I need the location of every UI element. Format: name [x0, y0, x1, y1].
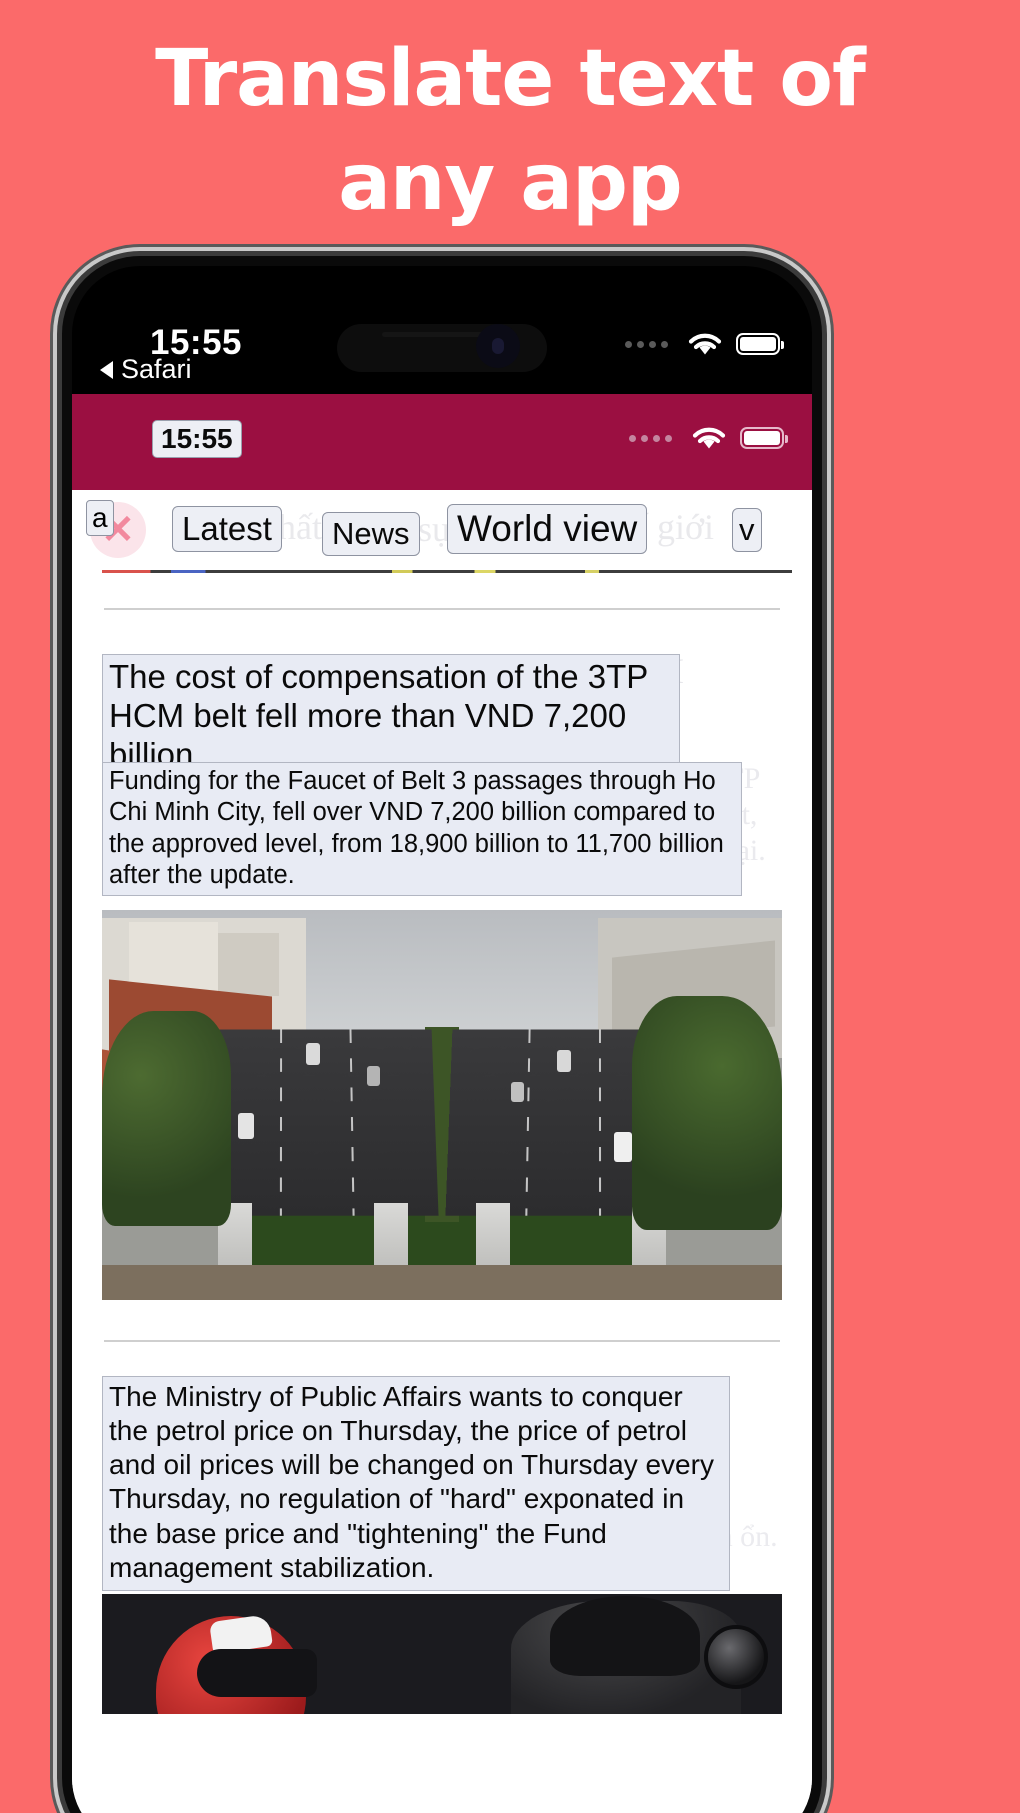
- back-to-safari-link[interactable]: Safari: [100, 354, 192, 385]
- image-trees-right: [632, 995, 782, 1230]
- tab-world-view[interactable]: World view: [447, 504, 648, 554]
- nav-tabs-bar: Mới nhất Thời sự Thế giới ✕ a Latest New…: [72, 490, 812, 574]
- promo-headline-line1: Translate text of: [155, 34, 866, 124]
- tab-overflow[interactable]: v: [732, 508, 762, 552]
- image-building-2: [217, 933, 279, 996]
- image-car: [557, 1050, 572, 1073]
- wifi-icon: [688, 333, 722, 355]
- signal-dots-icon: [625, 340, 668, 348]
- image-hair: [550, 1596, 701, 1677]
- image-car: [510, 1081, 524, 1102]
- battery-icon: [736, 333, 784, 355]
- feed-divider-top: [104, 608, 780, 610]
- back-triangle-icon: [100, 360, 113, 379]
- image-trees-left: [102, 1011, 232, 1226]
- image-helmet-visor: [197, 1649, 318, 1698]
- tab-underline-decoration: [102, 570, 792, 573]
- article-item-2[interactable]: Bộ Công Thương muốn điều hành giá xăng d…: [72, 1376, 812, 1714]
- app-clock-translated: 15:55: [152, 420, 242, 459]
- status-bar-indicators: [625, 330, 784, 358]
- promo-headline-line2: any app: [338, 137, 682, 228]
- app-status-indicators: [629, 424, 788, 452]
- image-ground: [102, 1264, 782, 1300]
- back-to-safari-label: Safari: [121, 354, 192, 384]
- article-2-translated: The Ministry of Public Affairs wants to …: [102, 1376, 730, 1591]
- article-2-image[interactable]: [102, 1594, 782, 1714]
- article-1-summary-area: Kinh phí giải phóng mặt bằng Vành đai 3 …: [102, 762, 782, 897]
- wifi-icon: [692, 427, 726, 449]
- image-car: [614, 1132, 633, 1163]
- article-2-text-area: Bộ Công Thương muốn điều hành giá xăng d…: [102, 1376, 782, 1591]
- article-item-1[interactable]: Chi phí bồi thường Vành đai 3 TP HCM giả…: [72, 651, 812, 1300]
- tab-latest[interactable]: Latest: [172, 506, 282, 552]
- phone-screen: 15:55 Safari 15:55 15:55: [72, 266, 812, 1813]
- phone-mockup: 15:55 Safari 15:55 15:55: [62, 256, 822, 1813]
- image-camera-lens: [704, 1625, 769, 1690]
- article-1-summary-translated: Funding for the Faucet of Belt 3 passage…: [102, 762, 742, 897]
- app-header-bar: 15:55 15:55: [72, 394, 812, 490]
- article-1-image[interactable]: [102, 910, 782, 1300]
- avatar-letter-overlay: a: [86, 500, 114, 536]
- image-car: [367, 1066, 381, 1086]
- app-screen: 15:55 15:55 Mới nhất Thời sự Thế giới: [72, 394, 812, 1813]
- article-1-title-area: Chi phí bồi thường Vành đai 3 TP HCM giả…: [102, 651, 782, 781]
- signal-dots-icon: [629, 434, 672, 442]
- promo-headline: Translate text of any app: [0, 28, 1020, 235]
- article-feed: Chi phí bồi thường Vành đai 3 TP HCM giả…: [72, 574, 812, 1813]
- image-car: [306, 1042, 320, 1065]
- feed-divider-middle: [104, 1340, 780, 1342]
- battery-icon: [740, 427, 788, 449]
- tab-news[interactable]: News: [322, 512, 420, 556]
- image-car: [238, 1112, 254, 1139]
